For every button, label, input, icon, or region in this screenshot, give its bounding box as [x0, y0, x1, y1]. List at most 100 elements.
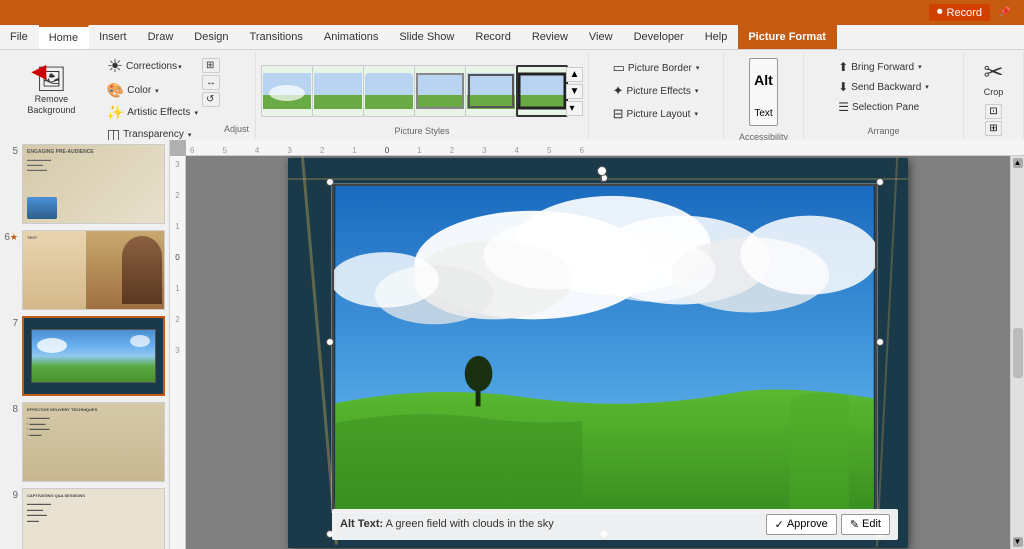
picture-layout-icon: ⊟	[613, 106, 624, 122]
style-thumb-4[interactable]	[414, 65, 466, 117]
tab-developer[interactable]: Developer	[624, 25, 695, 49]
picture-effects-button[interactable]: ✦ Picture Effects ▾	[609, 81, 704, 101]
alt-text-content: Alt Text: A green field with clouds in t…	[340, 518, 554, 530]
scroll-down[interactable]: ▼	[1013, 537, 1023, 547]
alt-text-icon: Alt Text	[749, 58, 778, 126]
crop-options-2[interactable]: ⊞	[985, 121, 1001, 136]
styles-scroll-down[interactable]: ▼	[566, 84, 584, 99]
tab-record[interactable]: Record	[465, 25, 521, 49]
landscape-svg	[334, 186, 875, 510]
slide-item-8[interactable]: 8 EFFECTIVE DELIVERY TECHNIQUES • ▬▬▬▬▬•…	[4, 402, 165, 482]
compress-pictures-button[interactable]: ⊞	[202, 58, 220, 73]
slide-number-5: 5	[4, 146, 18, 157]
crop-button[interactable]: ✂ Crop	[970, 54, 1018, 102]
approve-button[interactable]: ✓ Approve	[766, 514, 837, 535]
color-button[interactable]: 🎨 Color ▾	[103, 80, 202, 101]
change-picture-button[interactable]: ↔	[202, 75, 220, 90]
slide-panel: 5 ENGAGING PRE-AUDIENCE ▬▬▬▬▬▬▬▬▬▬▬▬▬▬▬ …	[0, 140, 170, 549]
edit-icon: ✎	[850, 518, 859, 531]
picture-styles-label: Picture Styles	[394, 124, 449, 136]
tab-file[interactable]: File	[0, 25, 39, 49]
style-thumb-1[interactable]	[261, 65, 313, 117]
compress-icon: ⊞	[206, 60, 214, 71]
slide-thumb-8[interactable]: EFFECTIVE DELIVERY TECHNIQUES • ▬▬▬▬▬• ▬…	[22, 402, 165, 482]
slide-thumb-6[interactable]: TEXT	[22, 230, 165, 310]
slide-thumb-9[interactable]: CAPTIVATING Q&A SESSIONS ▬▬▬▬▬▬▬▬▬▬▬▬▬▬▬…	[22, 488, 165, 549]
picture-effects-icon: ✦	[613, 83, 624, 99]
alt-text-button[interactable]: Alt Text	[745, 54, 782, 130]
ribbon-content: ◀ 🖼 Remove Background ☀ Corrections ▾ 🎨 …	[0, 50, 1024, 140]
tab-home[interactable]: Home	[39, 25, 89, 49]
handle-ml[interactable]	[326, 338, 334, 346]
styles-more[interactable]: ▾	[566, 101, 584, 116]
picture-border-icon: ▭	[613, 60, 625, 76]
corrections-button[interactable]: ☀ Corrections ▾	[103, 54, 202, 79]
canvas-wrapper: 6543210123456 3210123	[170, 140, 1024, 549]
tab-view[interactable]: View	[579, 25, 624, 49]
reset-icon: ↺	[206, 94, 214, 105]
handle-tl[interactable]	[326, 178, 334, 186]
selection-pane-icon: ☰	[838, 100, 849, 114]
tab-help[interactable]: Help	[695, 25, 739, 49]
selection-pane-button[interactable]: ☰ Selection Pane	[834, 98, 933, 116]
main-area: 5 ENGAGING PRE-AUDIENCE ▬▬▬▬▬▬▬▬▬▬▬▬▬▬▬ …	[0, 140, 1024, 549]
slide-thumb-7[interactable]	[22, 316, 165, 396]
change-icon: ↔	[206, 77, 216, 88]
slide-item-9[interactable]: 9 CAPTIVATING Q&A SESSIONS ▬▬▬▬▬▬▬▬▬▬▬▬▬…	[4, 488, 165, 549]
alt-text-prefix: Alt Text:	[340, 518, 383, 530]
bring-forward-button[interactable]: ⬆ Bring Forward ▾	[834, 58, 933, 76]
slide-number-7: 7	[4, 318, 18, 329]
picture-styles-group: ▲ ▼ ▾ Picture Styles	[256, 52, 589, 138]
style-thumb-3[interactable]	[363, 65, 415, 117]
rotate-handle[interactable]	[597, 166, 607, 176]
send-backward-icon: ⬇	[838, 80, 848, 94]
tab-picture-format[interactable]: Picture Format	[738, 25, 837, 49]
tab-animations[interactable]: Animations	[314, 25, 389, 49]
ruler-vertical: 3210123	[170, 156, 186, 549]
slide-item-5[interactable]: 5 ENGAGING PRE-AUDIENCE ▬▬▬▬▬▬▬▬▬▬▬▬▬▬▬	[4, 144, 165, 224]
handle-mr[interactable]	[876, 338, 884, 346]
accessibility-group: Alt Text Accessibility	[724, 52, 804, 138]
send-backward-button[interactable]: ⬇ Send Backward ▾	[834, 78, 933, 96]
transparency-dropdown: ▾	[188, 131, 192, 139]
arrange-group: ⬆ Bring Forward ▾ ⬇ Send Backward ▾ ☰ Se…	[804, 52, 964, 138]
scroll-thumb[interactable]	[1013, 328, 1023, 378]
vertical-scrollbar[interactable]: ▲ ▼	[1010, 156, 1024, 549]
tab-review[interactable]: Review	[522, 25, 579, 49]
pin-button[interactable]: 📌	[990, 0, 1020, 25]
picture-border-button[interactable]: ▭ Picture Border ▾	[609, 58, 704, 78]
slide-thumb-5[interactable]: ENGAGING PRE-AUDIENCE ▬▬▬▬▬▬▬▬▬▬▬▬▬▬▬	[22, 144, 165, 224]
tab-draw[interactable]: Draw	[138, 25, 185, 49]
styles-scroll-up[interactable]: ▲	[566, 67, 584, 82]
color-dropdown: ▾	[155, 87, 159, 95]
handle-tr[interactable]	[876, 178, 884, 186]
crop-label: Crop	[984, 87, 1004, 98]
record-icon: ⏺	[937, 6, 943, 19]
style-thumb-5[interactable]	[465, 65, 517, 117]
slide-container[interactable]: Alt Text: A green field with clouds in t…	[288, 158, 908, 548]
slide-canvas[interactable]: Alt Text: A green field with clouds in t…	[186, 156, 1010, 549]
tab-slideshow[interactable]: Slide Show	[389, 25, 465, 49]
tab-design[interactable]: Design	[184, 25, 239, 49]
slide-image[interactable]	[332, 184, 877, 512]
corrections-label: Corrections	[126, 61, 177, 72]
record-button[interactable]: ⏺ Record	[929, 4, 990, 21]
slide-item-7[interactable]: 7	[4, 316, 165, 396]
rotate-line	[601, 176, 602, 184]
edit-label: Edit	[862, 518, 881, 530]
style-thumb-2[interactable]	[312, 65, 364, 117]
picture-layout-button[interactable]: ⊟ Picture Layout ▾	[609, 104, 704, 124]
crop-group: ✂ Crop ⊡ ⊞	[964, 52, 1024, 138]
slide-item-6[interactable]: 6★ TEXT	[4, 230, 165, 310]
crop-options-1[interactable]: ⊡	[985, 104, 1001, 119]
remove-background-button[interactable]: ◀ 🖼 Remove Background	[6, 54, 97, 126]
artistic-effects-button[interactable]: ✨ Artistic Effects ▾	[103, 102, 202, 123]
corrections-dropdown: ▾	[178, 63, 182, 71]
style-thumb-6[interactable]	[516, 65, 568, 117]
edit-button[interactable]: ✎ Edit	[841, 514, 890, 535]
tab-transitions[interactable]: Transitions	[240, 25, 314, 49]
tab-insert[interactable]: Insert	[89, 25, 138, 49]
scroll-up[interactable]: ▲	[1013, 158, 1023, 168]
record-label: Record	[947, 7, 982, 19]
reset-picture-button[interactable]: ↺	[202, 92, 220, 107]
